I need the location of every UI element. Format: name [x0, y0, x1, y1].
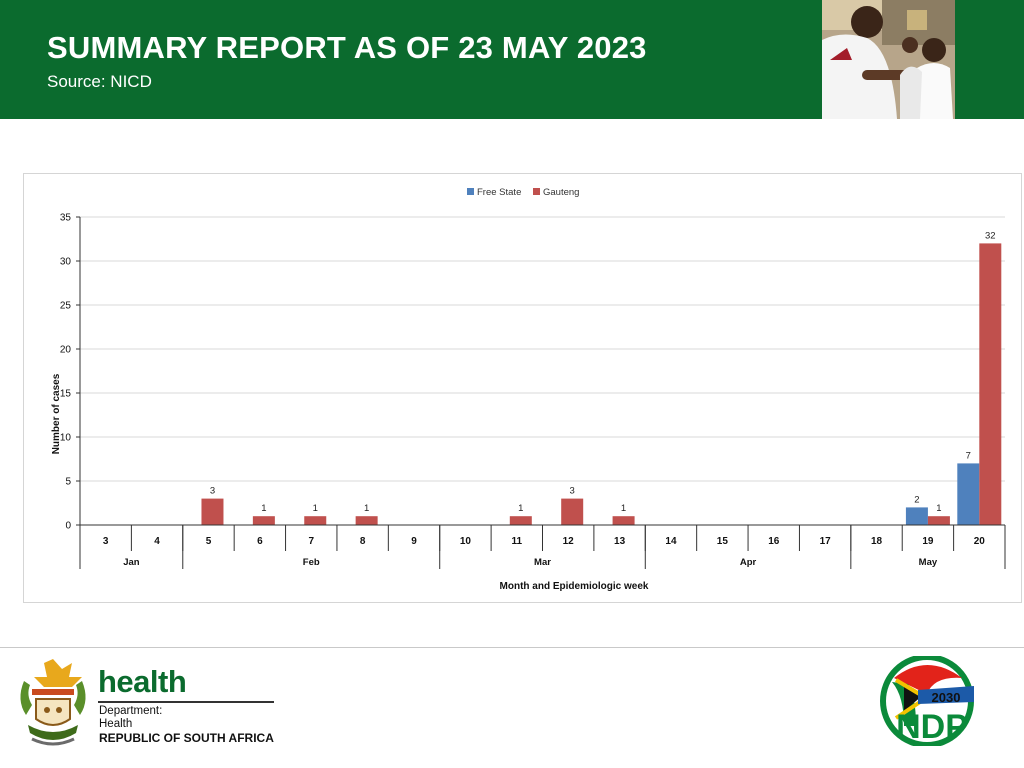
labels: 051015202530353 435161718 9 10111312113 14 15…: [60, 213, 996, 569]
epidemic-curve-chart: 0 5 10 15 20 25 30 35 3 4 3 5 1 6 1 7 1 8 9 10 1 11 3 12 1 13 14 15…: [23, 173, 1022, 603]
bar-free-state-week-20: [957, 463, 980, 525]
y-tick-label: 35: [60, 213, 72, 224]
data-label: 1: [364, 503, 369, 514]
health-logo-rule: [98, 701, 274, 703]
data-label: 1: [313, 503, 318, 514]
month-label: Apr: [740, 557, 757, 568]
y-tick-label: 30: [60, 257, 72, 268]
department-label: Department:: [99, 705, 163, 717]
x-tick-label: 20: [974, 536, 986, 547]
x-axis-label: Month and Epidemiologic week: [500, 581, 649, 592]
ndp-2030-logo: 2030 NDP: [874, 654, 980, 748]
x-tick-label: 10: [460, 536, 472, 547]
legend-swatch-free-state: [467, 188, 474, 195]
bar-gauteng-week-8: [355, 516, 378, 525]
gridlines: [80, 216, 1005, 482]
ndp-text: NDP: [896, 708, 968, 746]
header-banner: SUMMARY REPORT AS OF 23 MAY 2023 Source:…: [0, 0, 1024, 119]
bar-gauteng-week-11: [509, 516, 532, 525]
x-tick-label: 18: [871, 536, 883, 547]
x-tick-label: 11: [512, 536, 523, 547]
south-africa-coat-of-arms-icon: [14, 655, 92, 753]
legend: Free State Gauteng: [467, 187, 579, 198]
legend-label-free-state: Free State: [477, 187, 521, 198]
bar-gauteng-week-6: [252, 516, 275, 525]
bar-gauteng-week-12: [561, 498, 584, 525]
chart-canvas: 051015202530353 435161718 9 10111312113 14 15…: [51, 187, 1006, 592]
month-label: Jan: [123, 557, 140, 568]
data-label: 1: [261, 503, 266, 514]
month-label: Feb: [303, 557, 320, 568]
x-tick-label: 4: [154, 536, 160, 547]
x-tick-label: 15: [717, 536, 729, 547]
y-axis-label: Number of cases: [51, 373, 62, 454]
month-label: Mar: [534, 557, 551, 568]
nurse-vaccinating-child-photo: [822, 0, 955, 119]
republic-label: REPUBLIC OF SOUTH AFRICA: [99, 731, 274, 745]
data-label: 1: [518, 503, 523, 514]
footer-divider: [0, 647, 1024, 648]
x-tick-label: 8: [360, 536, 366, 547]
x-tick-label: 14: [665, 536, 677, 547]
health-logo-text: health: [98, 664, 187, 699]
bar-gauteng-week-20: [979, 243, 1002, 525]
bar-free-state-week-19: [905, 507, 928, 525]
data-label: 3: [210, 486, 215, 497]
bars: [201, 243, 1002, 525]
bar-gauteng-week-19: [927, 516, 950, 525]
page-title: SUMMARY REPORT AS OF 23 MAY 2023: [47, 30, 647, 65]
department-name: Health: [99, 718, 133, 730]
month-label: May: [919, 557, 938, 568]
x-tick-label: 12: [563, 536, 575, 547]
legend-label-gauteng: Gauteng: [543, 187, 579, 198]
x-tick-label: 9: [411, 536, 417, 547]
x-tick-label: 19: [922, 536, 934, 547]
data-label: 32: [985, 230, 996, 241]
x-tick-label: 17: [820, 536, 832, 547]
bar-gauteng-week-13: [612, 516, 635, 525]
y-tick-label: 20: [60, 345, 72, 356]
x-tick-label: 5: [206, 536, 212, 547]
x-tick-label: 16: [768, 536, 780, 547]
bar-gauteng-week-5: [201, 498, 224, 525]
data-label: 1: [936, 503, 941, 514]
x-tick-label: 13: [614, 536, 626, 547]
data-label: 3: [570, 486, 575, 497]
data-label: 2: [914, 494, 919, 505]
y-tick-label: 25: [60, 301, 72, 312]
x-tick-label: 6: [257, 536, 263, 547]
x-tick-label: 3: [103, 536, 109, 547]
y-tick-label: 5: [65, 477, 71, 488]
page-subtitle: Source: NICD: [47, 72, 152, 91]
data-label: 7: [966, 450, 971, 461]
legend-swatch-gauteng: [533, 188, 540, 195]
ndp-year: 2030: [932, 690, 961, 705]
x-tick-label: 7: [308, 536, 314, 547]
y-tick-label: 0: [65, 521, 71, 532]
data-label: 1: [621, 503, 626, 514]
bar-gauteng-week-7: [304, 516, 327, 525]
